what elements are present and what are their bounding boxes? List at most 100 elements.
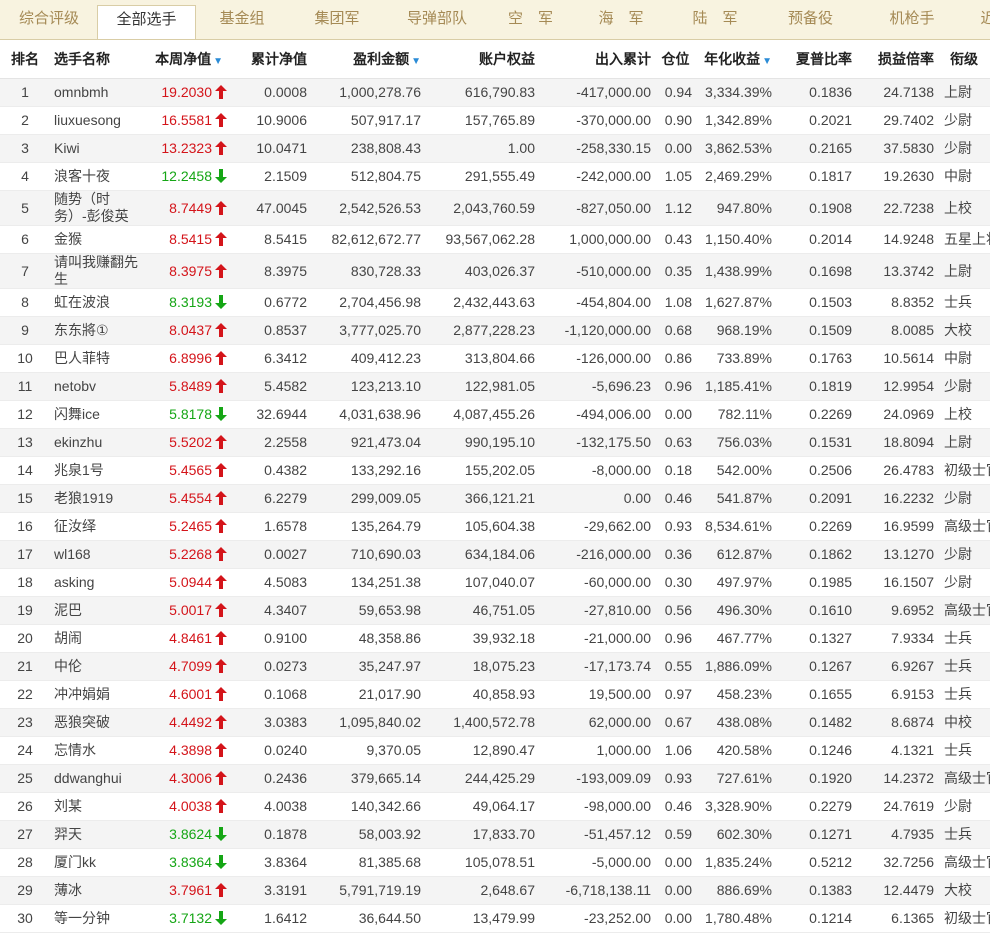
nav-value: 8.3975 xyxy=(169,262,212,279)
table-row[interactable]: 8 虹在波浪 8.3193 0.6772 2,704,456.98 2,432,443.6… xyxy=(0,288,990,317)
player-name[interactable]: 恶狼突破 xyxy=(50,708,145,737)
table-row[interactable]: 9 东东將① 8.0437 0.8537 3,777,025.70 2,877,228.2… xyxy=(0,316,990,345)
table-row[interactable]: 16 征汝绎 5.2465 1.6578 135,264.79 105,604.38 -29… xyxy=(0,512,990,541)
player-name[interactable]: 忘情水 xyxy=(50,736,145,765)
player-name[interactable]: 老狼1919 xyxy=(50,484,145,513)
table-row[interactable]: 21 中伦 4.7099 0.0273 35,247.97 18,075.23 -17,17… xyxy=(0,652,990,681)
player-name[interactable]: liuxuesong xyxy=(50,106,145,135)
arrow-up-icon xyxy=(215,323,227,337)
player-name[interactable]: 刘某 xyxy=(50,792,145,821)
sharpe-cell: 0.1327 xyxy=(776,624,856,653)
col-rank[interactable]: 排名 xyxy=(0,40,50,79)
nav-value: 4.4492 xyxy=(169,714,212,730)
col-annual-return[interactable]: 年化收益 ▼ xyxy=(696,40,776,79)
player-name[interactable]: omnbmh xyxy=(50,78,145,107)
table-row[interactable]: 1 omnbmh 19.2030 0.0008 1,000,278.76 616,790.… xyxy=(0,78,990,107)
tab-2[interactable]: 基金组 xyxy=(197,6,287,38)
player-name[interactable]: 随势（时务）-彭俊英 xyxy=(50,190,145,226)
player-name[interactable]: wl168 xyxy=(50,540,145,569)
table-row[interactable]: 13 ekinzhu 5.5202 2.2558 921,473.04 990,195.1… xyxy=(0,428,990,457)
tab-8[interactable]: 预备役 xyxy=(763,6,858,38)
table-row[interactable]: 5 随势（时务）-彭俊英 8.7449 47.0045 2,542,526.53 2,04… xyxy=(0,190,990,226)
tab-1[interactable]: 全部选手 xyxy=(97,5,196,39)
player-name[interactable]: 胡闹 xyxy=(50,624,145,653)
player-name[interactable]: netobv xyxy=(50,372,145,401)
player-name[interactable]: 闪舞ice xyxy=(50,400,145,429)
player-name[interactable]: 东东將① xyxy=(50,316,145,345)
player-name[interactable]: ddwanghui xyxy=(50,764,145,793)
col-grade[interactable]: 衔级 xyxy=(938,40,990,79)
profit-cell: 35,247.97 xyxy=(311,652,425,681)
table-row[interactable]: 30 等一分钟 3.7132 1.6412 36,644.50 13,479.99 -23,… xyxy=(0,904,990,933)
player-name[interactable]: 浪客十夜 xyxy=(50,162,145,191)
table-row[interactable]: 7 请叫我赚翻先生 8.3975 8.3975 830,728.33 403,026.37… xyxy=(0,253,990,289)
player-name[interactable]: 兆泉1号 xyxy=(50,456,145,485)
player-name[interactable]: 羿天 xyxy=(50,820,145,849)
player-name[interactable]: ekinzhu xyxy=(50,428,145,457)
table-row[interactable]: 11 netobv 5.8489 5.4582 123,213.10 122,981.05… xyxy=(0,372,990,401)
flow-cell: -51,457.12 xyxy=(539,820,655,849)
col-sharpe[interactable]: 夏普比率 xyxy=(776,40,856,79)
player-name[interactable]: 中伦 xyxy=(50,652,145,681)
player-name[interactable]: 冲冲娟娟 xyxy=(50,680,145,709)
table-row[interactable]: 15 老狼1919 5.4554 6.2279 299,009.05 366,121.21… xyxy=(0,484,990,513)
table-row[interactable]: 14 兆泉1号 5.4565 0.4382 133,292.16 155,202.05 -8… xyxy=(0,456,990,485)
nav-value: 3.8624 xyxy=(169,826,212,842)
col-player-name[interactable]: 选手名称 xyxy=(50,40,145,79)
table-row[interactable]: 4 浪客十夜 12.2458 2.1509 512,804.75 291,555.49 -2… xyxy=(0,162,990,191)
table-row[interactable]: 28 厦门kk 3.8364 3.8364 81,385.68 105,078.51 -5,… xyxy=(0,848,990,877)
weekly-nav-cell: 4.6001 xyxy=(145,680,227,709)
equity-cell: 12,890.47 xyxy=(425,736,539,765)
table-row[interactable]: 24 忘情水 4.3898 0.0240 9,370.05 12,890.47 1,000.… xyxy=(0,736,990,765)
player-name[interactable]: 征汝绎 xyxy=(50,512,145,541)
arrow-up-icon xyxy=(215,232,227,246)
table-row[interactable]: 29 薄冰 3.7961 3.3191 5,791,719.19 2,648.67 -6,7… xyxy=(0,876,990,905)
col-equity[interactable]: 账户权益 xyxy=(425,40,539,79)
player-name[interactable]: 请叫我赚翻先生 xyxy=(50,253,145,289)
sharpe-cell: 0.1985 xyxy=(776,568,856,597)
table-row[interactable]: 2 liuxuesong 16.5581 10.9006 507,917.17 157,7… xyxy=(0,106,990,135)
tab-0[interactable]: 综合评级 xyxy=(3,6,95,38)
table-row[interactable]: 17 wl168 5.2268 0.0027 710,690.03 634,184.06-… xyxy=(0,540,990,569)
table-row[interactable]: 27 羿天 3.8624 0.1878 58,003.92 17,833.70 -51,45… xyxy=(0,820,990,849)
player-name[interactable]: 虹在波浪 xyxy=(50,288,145,317)
table-row[interactable]: 3 Kiwi 13.2323 10.0471 238,808.43 1.00 -258,33… xyxy=(0,134,990,163)
table-row[interactable]: 22 冲冲娟娟 4.6001 0.1068 21,017.90 40,858.93 19,5… xyxy=(0,680,990,709)
col-pl-ratio[interactable]: 损益倍率 xyxy=(856,40,938,79)
table-row[interactable]: 10 巴人菲特 6.8996 6.3412 409,412.23 313,804.66 -1… xyxy=(0,344,990,373)
col-profit[interactable]: 盈利金额 ▼ xyxy=(311,40,425,79)
tab-4[interactable]: 导弹部队 xyxy=(388,6,486,38)
player-name[interactable]: 等一分钟 xyxy=(50,904,145,933)
player-name[interactable]: Kiwi xyxy=(50,134,145,163)
table-row[interactable]: 18 asking 5.0944 4.5083 134,251.38 107,040.07… xyxy=(0,568,990,597)
sharpe-cell: 0.5212 xyxy=(776,848,856,877)
table-row[interactable]: 26 刘某 4.0038 4.0038 140,342.66 49,064.17 -98,0… xyxy=(0,792,990,821)
player-name[interactable]: asking xyxy=(50,568,145,597)
annual-return-cell: 497.97% xyxy=(696,568,776,597)
player-name[interactable]: 巴人菲特 xyxy=(50,344,145,373)
annual-return-cell: 3,862.53% xyxy=(696,134,776,163)
player-name[interactable]: 厦门kk xyxy=(50,848,145,877)
table-row[interactable]: 6 金猴 8.5415 8.5415 82,612,672.77 93,567,062.2… xyxy=(0,225,990,254)
tab-5[interactable]: 空 军 xyxy=(488,6,573,38)
player-name[interactable]: 薄冰 xyxy=(50,876,145,905)
tab-6[interactable]: 海 军 xyxy=(575,6,667,38)
player-name[interactable]: 金猴 xyxy=(50,225,145,254)
player-name[interactable]: 泥巴 xyxy=(50,596,145,625)
col-flow[interactable]: 出入累计 xyxy=(539,40,655,79)
ranking-table: 排名 选手名称 本周净值 ▼ 累计净值 盈利金额 ▼ 账户权益 出入累计 仓位 年化… xyxy=(0,40,990,933)
tab-3[interactable]: 集团军 xyxy=(288,6,386,38)
table-row[interactable]: 19 泥巴 5.0017 4.3407 59,653.98 46,751.05 -27,81… xyxy=(0,596,990,625)
table-row[interactable]: 12 闪舞ice 5.8178 32.6944 4,031,638.96 4,087,45… xyxy=(0,400,990,429)
tab-10[interactable]: 近 xyxy=(968,6,990,38)
tab-7[interactable]: 陆 军 xyxy=(670,6,760,38)
tab-9[interactable]: 机枪手 xyxy=(860,6,964,38)
col-position[interactable]: 仓位 xyxy=(655,40,696,79)
table-row[interactable]: 23 恶狼突破 4.4492 3.0383 1,095,840.02 1,400,572.… xyxy=(0,708,990,737)
nav-value: 3.7961 xyxy=(169,882,212,898)
table-row[interactable]: 25 ddwanghui 4.3006 0.2436 379,665.14 244,425… xyxy=(0,764,990,793)
col-weekly-nav[interactable]: 本周净值 ▼ xyxy=(145,40,227,79)
table-row[interactable]: 20 胡闹 4.8461 0.9100 48,358.86 39,932.18 -21,00… xyxy=(0,624,990,653)
flow-cell: -193,009.09 xyxy=(539,764,655,793)
col-cumulative-nav[interactable]: 累计净值 xyxy=(227,40,311,79)
